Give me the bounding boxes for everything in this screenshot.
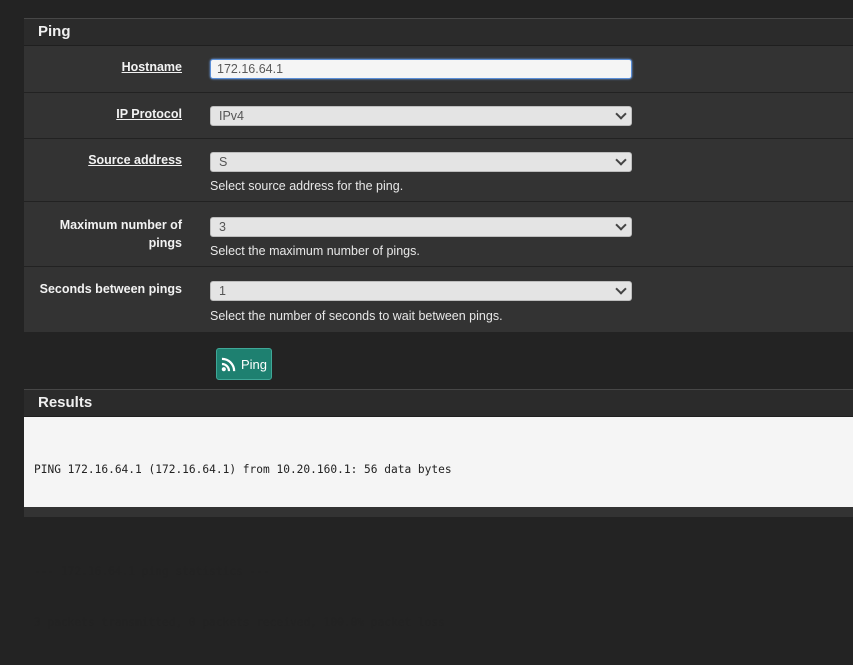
max-pings-help: Select the maximum number of pings. — [210, 244, 420, 258]
max-pings-label: Maximum number of pings — [60, 216, 182, 252]
max-pings-row: Maximum number of pings 3 Select the max… — [24, 201, 853, 267]
hostname-value: 172.16.64.1 — [217, 62, 284, 76]
results-line: PING 172.16.64.1 (172.16.64.1) from 10.2… — [34, 463, 452, 476]
seconds-between-row: Seconds between pings 1 Select the numbe… — [24, 266, 853, 333]
max-pings-select[interactable]: 3 — [210, 217, 632, 237]
ip-protocol-select[interactable]: IPv4 — [210, 106, 632, 126]
results-panel: Results PING 172.16.64.1 (172.16.64.1) f… — [24, 389, 853, 629]
ip-protocol-label: IP Protocol — [116, 107, 182, 121]
max-pings-label-line2: pings — [148, 236, 182, 250]
ip-protocol-value: IPv4 — [219, 109, 245, 123]
chevron-down-icon — [615, 154, 627, 166]
results-panel-title: Results — [24, 389, 853, 417]
source-address-row: Source address S Select source address f… — [24, 138, 853, 202]
results-line — [34, 512, 853, 529]
seconds-between-label: Seconds between pings — [39, 282, 182, 296]
hostname-input[interactable]: 172.16.64.1 — [210, 59, 632, 79]
ping-button[interactable]: Ping — [216, 348, 272, 380]
max-pings-label-line1: Maximum number of — [59, 218, 182, 232]
seconds-between-value: 1 — [219, 284, 226, 298]
max-pings-value: 3 — [219, 220, 226, 234]
chevron-down-icon — [615, 219, 627, 231]
chevron-down-icon — [615, 108, 627, 120]
hostname-row: Hostname 172.16.64.1 — [24, 46, 853, 92]
ping-button-label: Ping — [240, 356, 268, 372]
ip-protocol-row: IP Protocol IPv4 — [24, 92, 853, 139]
source-address-select[interactable]: S — [210, 152, 632, 172]
results-line: 3 packets transmitted, 0 packets receive… — [34, 616, 445, 629]
seconds-between-help: Select the number of seconds to wait bet… — [210, 309, 503, 323]
seconds-between-select[interactable]: 1 — [210, 281, 632, 301]
results-output: PING 172.16.64.1 (172.16.64.1) from 10.2… — [24, 417, 853, 629]
source-address-value: S — [219, 155, 228, 169]
ping-panel-title: Ping — [24, 18, 853, 46]
source-address-help: Select source address for the ping. — [210, 179, 404, 193]
rss-icon — [221, 357, 236, 371]
ping-panel: Ping Hostname 172.16.64.1 IP Protocol IP… — [24, 18, 853, 332]
hostname-label: Hostname — [121, 60, 182, 74]
results-line: --- 172.16.64.1 ping statistics --- — [34, 565, 270, 578]
source-address-label: Source address — [88, 153, 182, 167]
chevron-down-icon — [615, 283, 627, 295]
